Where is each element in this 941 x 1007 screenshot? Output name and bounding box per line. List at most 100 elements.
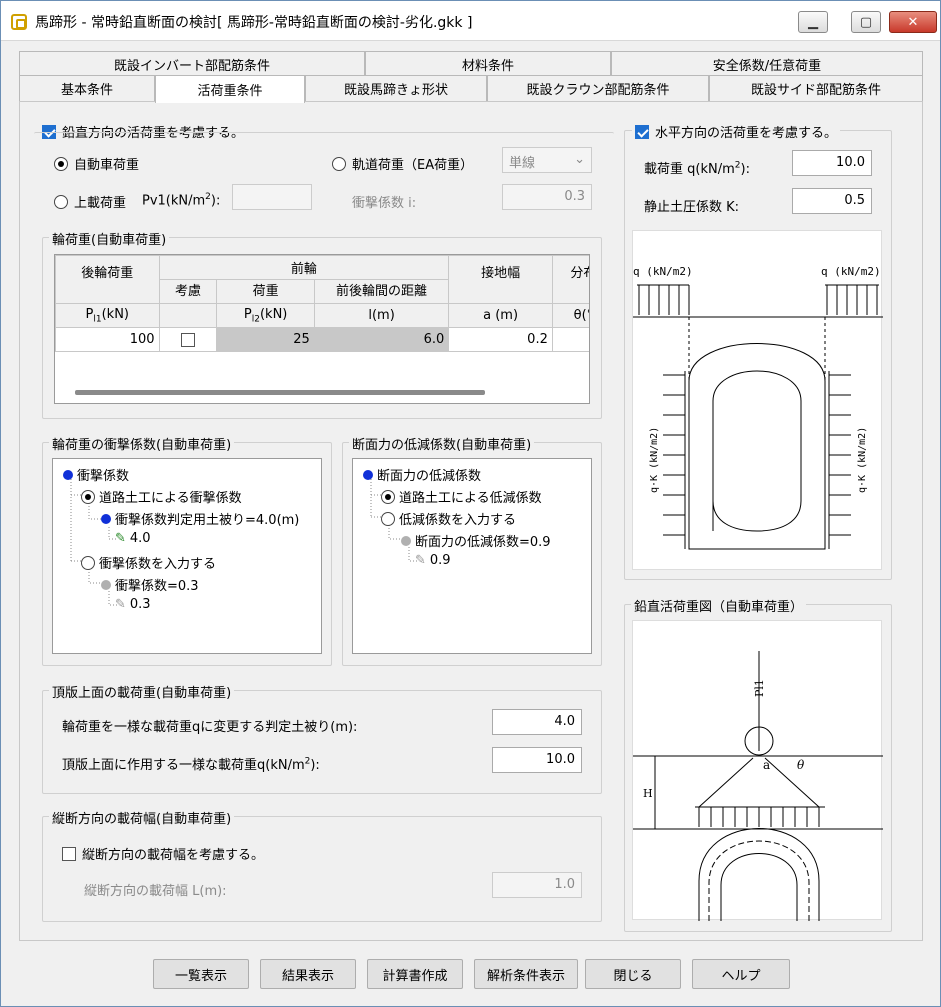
tab-existing-invert-rebar[interactable]: 既設インバート部配筋条件	[19, 51, 365, 77]
top-slab-group: 頂版上面の載荷重(自動車荷重)	[42, 682, 602, 794]
horizontal-consider-label: 水平方向の活荷重を考慮する。	[655, 126, 838, 141]
horizontal-load-figure: q (kN/m2) q (kN/m2) q·K (kN/m2) q·K (kN/…	[632, 230, 883, 570]
minimize-icon: ▁	[808, 14, 818, 30]
impact-opt1[interactable]: 道路土工による衝撃係数	[81, 487, 242, 506]
cell-a[interactable]: 0.2	[448, 327, 553, 352]
cell-theta[interactable]	[551, 327, 589, 352]
u-consider	[158, 303, 218, 328]
gray-dot-icon	[101, 579, 111, 590]
rail-select[interactable]: 単線 ⌄	[502, 147, 592, 173]
cell-p1[interactable]: 100	[55, 327, 160, 352]
front-consider-checkbox[interactable]	[181, 332, 195, 347]
auto-load-option[interactable]: 自動車荷重	[54, 154, 139, 173]
tab-crown-rebar[interactable]: 既設クラウン部配筋条件	[487, 75, 709, 101]
horizontal-k-input[interactable]: 0.5	[792, 188, 872, 214]
tab-basic[interactable]: 基本条件	[19, 75, 155, 101]
auto-load-radio[interactable]	[54, 156, 68, 171]
impact-root[interactable]: 衝撃係数	[63, 465, 129, 484]
u-a: a (m)	[448, 303, 553, 328]
u-p1: Pl1(kN)	[55, 303, 160, 328]
cell-consider[interactable]	[158, 327, 218, 352]
impact-i-input[interactable]: 0.3	[502, 184, 592, 210]
blue-dot-icon	[101, 513, 111, 524]
list-button[interactable]: 一覧表示	[153, 959, 249, 989]
longitudinal-width-input[interactable]: 1.0	[492, 872, 582, 898]
tab-safety-factor[interactable]: 安全係数/任意荷重	[611, 51, 923, 77]
blue-dot-icon	[63, 469, 73, 480]
reduce-opt2-value[interactable]: ✎ 0.9	[415, 553, 451, 568]
tab-existing-shape[interactable]: 既設馬蹄きょ形状	[305, 75, 487, 101]
impact-i-label: 衝撃係数 i:	[352, 196, 417, 211]
impact-opt1-radio[interactable]	[81, 489, 95, 504]
top-slab-row1-label: 輪荷重を一様な載荷重qに変更する判定土被り(m):	[62, 720, 358, 735]
close-window-button[interactable]: ✕	[889, 11, 937, 33]
reduce-opt2-child[interactable]: 断面力の低減係数=0.9	[401, 531, 551, 550]
reduce-group-label: 断面力の低減係数(自動車荷重)	[349, 434, 535, 453]
h-consider: 考慮	[158, 279, 218, 304]
fig-q-left: q (kN/m2)	[633, 265, 693, 278]
close-button[interactable]: 閉じる	[585, 959, 681, 989]
impact-opt2-radio[interactable]	[81, 555, 95, 570]
horizontal-consider[interactable]: 水平方向の活荷重を考慮する。	[632, 122, 841, 141]
cell-p2[interactable]: 25	[216, 327, 315, 352]
horizontal-consider-checkbox[interactable]	[635, 124, 649, 139]
app-icon	[11, 14, 27, 30]
wheel-load-table: 後輪荷重 前輪 接地幅 分布 考慮 荷重 前後輪間の距離 Pl1(kN) Pl2…	[54, 254, 590, 404]
u-l: l(m)	[313, 303, 450, 328]
maximize-button[interactable]: ▢	[851, 11, 881, 33]
fig-h-label: H	[643, 787, 653, 800]
top-load-option[interactable]: 上載荷重	[54, 192, 126, 211]
report-button[interactable]: 計算書作成	[367, 959, 463, 989]
longitudinal-group: 縦断方向の載荷幅(自動車荷重)	[42, 808, 602, 922]
impact-opt2-value[interactable]: ✎ 0.3	[115, 597, 151, 612]
cell-l[interactable]: 6.0	[313, 327, 450, 352]
u-theta: θ(°	[551, 303, 589, 328]
tab-live-load[interactable]: 活荷重条件	[155, 75, 305, 103]
tab-material[interactable]: 材料条件	[365, 51, 611, 77]
horizontal-q-input[interactable]: 10.0	[792, 150, 872, 176]
top-load-label: 上載荷重	[74, 196, 127, 211]
longitudinal-consider-checkbox[interactable]	[62, 846, 76, 861]
impact-opt2[interactable]: 衝撃係数を入力する	[81, 553, 216, 572]
pencil-icon: ✎	[115, 531, 126, 546]
reduce-opt1[interactable]: 道路土工による低減係数	[381, 487, 542, 506]
top-slab-row1-input[interactable]: 4.0	[492, 709, 582, 735]
minimize-button[interactable]: ▁	[798, 11, 828, 33]
rail-select-value: 単線	[509, 156, 536, 171]
analysis-conditions-button[interactable]: 解析条件表示	[474, 959, 578, 989]
top-slab-row2-label: 頂版上面に作用する一様な載荷重q(kN/m2):	[62, 756, 320, 773]
result-button[interactable]: 結果表示	[260, 959, 356, 989]
h-load: 荷重	[216, 279, 315, 304]
longitudinal-width-label: 縦断方向の載荷幅 L(m):	[84, 884, 227, 899]
top-slab-group-label: 頂版上面の載荷重(自動車荷重)	[49, 682, 235, 701]
rail-load-radio[interactable]	[332, 156, 346, 171]
fig-qk-right: q·K (kN/m2)	[857, 427, 868, 493]
tab-side-rebar[interactable]: 既設サイド部配筋条件	[709, 75, 923, 101]
rail-load-option[interactable]: 軌道荷重（EA荷重）	[332, 154, 473, 173]
horizontal-scrollbar[interactable]	[75, 390, 485, 395]
auto-load-label: 自動車荷重	[74, 158, 140, 173]
gray-dot-icon	[401, 535, 411, 546]
main-window: 馬蹄形 - 常時鉛直断面の検討[ 馬蹄形-常時鉛直断面の検討-劣化.gkk ] …	[0, 0, 941, 1007]
vertical-load-figure: Pl1 a θ H	[632, 620, 883, 921]
impact-opt2-child[interactable]: 衝撃係数=0.3	[101, 575, 199, 594]
pv1-input[interactable]	[232, 184, 312, 210]
reduce-opt2[interactable]: 低減係数を入力する	[381, 509, 516, 528]
u-p2: Pl2(kN)	[216, 303, 315, 328]
longitudinal-consider[interactable]: 縦断方向の載荷幅を考慮する。	[62, 844, 264, 863]
impact-opt1-child[interactable]: 衝撃係数判定用土被り=4.0(m)	[101, 509, 299, 528]
fig-qk-left: q·K (kN/m2)	[649, 427, 660, 493]
close-icon: ✕	[907, 14, 919, 30]
title-bar: 馬蹄形 - 常時鉛直断面の検討[ 馬蹄形-常時鉛直断面の検討-劣化.gkk ] …	[1, 1, 940, 41]
reduce-opt2-radio[interactable]	[381, 511, 395, 526]
wheel-load-group-label: 輪荷重(自動車荷重)	[49, 229, 170, 248]
fig-p-label: Pl1	[753, 679, 766, 697]
longitudinal-group-label: 縦断方向の載荷幅(自動車荷重)	[49, 808, 235, 827]
vertical-fig-group-label: 鉛直活荷重図（自動車荷重）	[631, 596, 807, 615]
top-slab-row2-input[interactable]: 10.0	[492, 747, 582, 773]
top-load-radio[interactable]	[54, 194, 68, 209]
help-button[interactable]: ヘルプ	[692, 959, 790, 989]
reduce-opt1-radio[interactable]	[381, 489, 395, 504]
reduce-root[interactable]: 断面力の低減係数	[363, 465, 481, 484]
impact-opt1-value[interactable]: ✎ 4.0	[115, 531, 151, 546]
